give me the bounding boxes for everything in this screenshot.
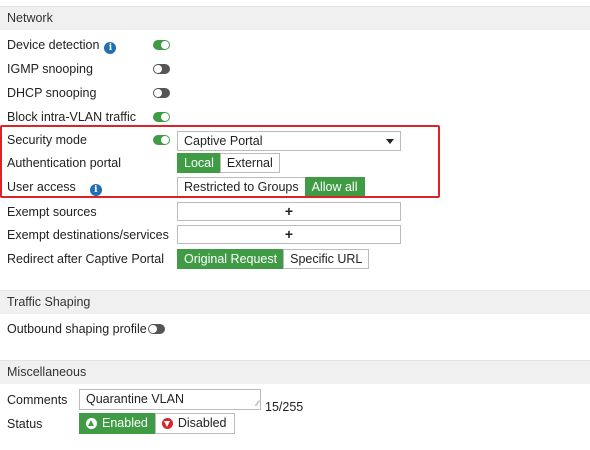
highlight-box [0,125,440,198]
traffic-shaping-section-header: Traffic Shaping [0,290,590,314]
block-intra-vlan-toggle[interactable] [153,112,170,122]
status-disabled-option[interactable]: Disabled [154,413,235,434]
comments-char-counter: 15/255 [265,400,304,414]
device-detection-label: Device detection i [7,38,117,54]
exempt-destinations-add-button[interactable]: + [177,225,401,244]
exempt-destinations-label: Exempt destinations/services [7,228,169,242]
status-disabled-text: Disabled [177,416,227,430]
info-icon[interactable]: i [104,42,117,54]
device-detection-text: Device detection [7,38,100,52]
status-enabled-text: Enabled [102,416,148,430]
arrow-up-circle-icon [86,418,97,429]
arrow-down-circle-icon [161,418,173,429]
exempt-sources-add-button[interactable]: + [177,202,401,221]
redirect-specific-url-option[interactable]: Specific URL [283,249,370,269]
dhcp-snooping-toggle[interactable] [153,88,170,98]
comments-value: Quarantine VLAN [86,392,184,406]
redirect-original-request-option[interactable]: Original Request [177,249,285,269]
device-detection-toggle[interactable] [153,40,170,50]
network-section-header: Network [0,6,590,30]
redirect-toggle-group: Original Request Specific URL [177,249,370,269]
redirect-label: Redirect after Captive Portal [7,252,165,266]
comments-label: Comments [7,393,68,407]
outbound-shaping-toggle[interactable] [148,324,165,334]
misc-section-header: Miscellaneous [0,360,590,384]
status-enabled-option[interactable]: Enabled [79,413,156,434]
status-label: Status [7,417,43,431]
outbound-shaping-label: Outbound shaping profile [7,322,147,336]
status-toggle-group: Enabled Disabled [79,413,235,434]
exempt-sources-label: Exempt sources [7,205,97,219]
igmp-snooping-label: IGMP snooping [7,62,93,76]
dhcp-snooping-label: DHCP snooping [7,86,97,100]
igmp-snooping-toggle[interactable] [153,64,170,74]
resize-handle-icon[interactable]: ∕∕ [256,400,259,408]
block-intra-vlan-label: Block intra-VLAN traffic [7,110,136,124]
comments-textarea[interactable]: Quarantine VLAN ∕∕ [79,389,261,410]
